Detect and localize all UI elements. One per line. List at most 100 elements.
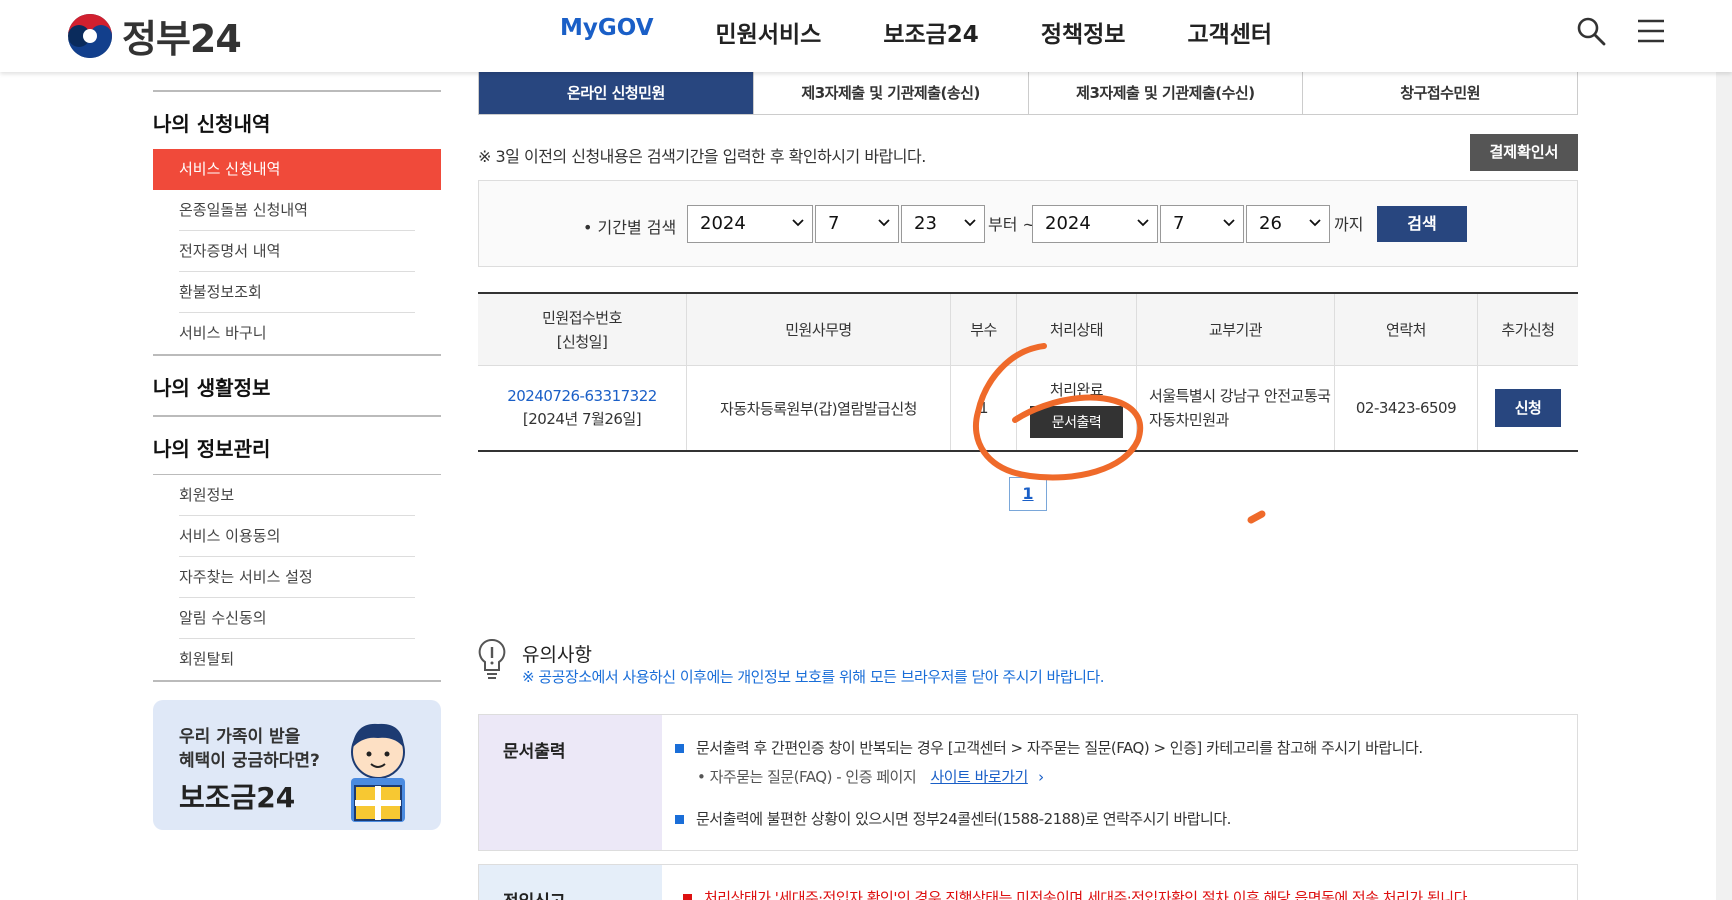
sidebar: 나의 신청내역 서비스 신청내역 온종일돌봄 신청내역 전자증명서 내역 환불정… — [153, 72, 441, 682]
nav-mygov[interactable]: MyGOV — [560, 15, 654, 49]
chevron-down-icon — [878, 219, 890, 227]
chevron-down-icon — [1309, 219, 1321, 227]
move-in-info-label: 전입신고 — [479, 865, 662, 900]
nav-subsidy24[interactable]: 보조금24 — [883, 15, 979, 49]
banner-title: 보조금24 — [179, 781, 296, 814]
apply-button[interactable]: 신청 — [1495, 389, 1561, 427]
tab-counter-applications[interactable]: 창구접수민원 — [1303, 72, 1577, 114]
from-day-select[interactable]: 23 — [901, 205, 985, 243]
search-period-notice: ※ 3일 이전의 신청내용은 검색기간을 입력한 후 확인하시기 바랍니다. — [478, 147, 926, 166]
tab-bar: 온라인 신청민원 제3자제출 및 기관제출(송신) 제3자제출 및 기관제출(수… — [478, 72, 1578, 115]
to-month-select[interactable]: 7 — [1160, 205, 1244, 243]
to-day-select[interactable]: 26 — [1246, 205, 1330, 243]
from-text: 부터 ~ — [988, 215, 1036, 234]
nav-civil-service[interactable]: 민원서비스 — [716, 15, 822, 49]
sidebar-item-member-info[interactable]: 회원정보 — [153, 475, 441, 516]
status-text: 처리완료 — [1049, 380, 1104, 399]
header-additional: 추가신청 — [1501, 321, 1555, 339]
header-receipt-no: 민원접수번호 [신청일] — [478, 294, 687, 365]
info-bullet-2: 문서출력에 불편한 상황이 있으시면 정부24콜센터(1588-2188)로 연… — [675, 808, 1231, 829]
tab-online-applications[interactable]: 온라인 신청민원 — [479, 72, 754, 114]
org-line1: 서울특별시 강남구 안전교통국 — [1149, 387, 1331, 405]
cell-receipt: 20240726-63317322 [2024년 7월26일] — [478, 366, 687, 450]
subsidy24-banner[interactable]: 우리 가족이 받을 혜택이 궁금하다면? 보조금24 — [153, 700, 441, 830]
hamburger-menu-icon[interactable] — [1636, 16, 1666, 46]
cell-status: 처리완료 문서출력 — [1017, 366, 1137, 450]
chevron-down-icon — [792, 219, 804, 227]
sidebar-item-notification-consent[interactable]: 알림 수신동의 — [153, 598, 441, 639]
tab-third-party-sent[interactable]: 제3자제출 및 기관제출(송신) — [753, 72, 1029, 114]
cell-copies: 1 — [951, 366, 1017, 450]
search-icon[interactable] — [1576, 16, 1606, 46]
to-text: 까지 — [1334, 215, 1364, 234]
nav-customer-center[interactable]: 고객센터 — [1187, 15, 1272, 49]
tab-third-party-received[interactable]: 제3자제출 및 기관제출(수신) — [1028, 72, 1304, 114]
caution-subtext: ※ 공공장소에서 사용하신 이후에는 개인정보 보호를 위해 모든 브라우저를 … — [522, 668, 1105, 686]
header-issuing-org: 교부기관 — [1137, 294, 1335, 365]
taegeuk-logo-icon — [68, 13, 112, 58]
period-search-box: • 기간별 검색 2024 7 23 부터 ~ 2024 7 26 까지 검색 — [478, 180, 1578, 267]
chevron-down-icon — [1223, 219, 1235, 227]
sidebar-divider — [153, 90, 441, 92]
sidebar-item-service-basket[interactable]: 서비스 바구니 — [153, 313, 441, 354]
from-month-select[interactable]: 7 — [815, 205, 899, 243]
sidebar-item-service-consent[interactable]: 서비스 이용동의 — [153, 516, 441, 557]
lightbulb-icon — [478, 638, 506, 679]
print-info-label: 문서출력 — [479, 715, 662, 850]
from-year-select[interactable]: 2024 — [687, 205, 813, 243]
payment-receipt-button[interactable]: 결제확인서 — [1470, 134, 1578, 171]
sidebar-item-all-day-care[interactable]: 온종일돌봄 신청내역 — [153, 190, 441, 231]
sidebar-item-service-applications[interactable]: 서비스 신청내역 — [153, 149, 441, 190]
caution-title: 유의사항 — [522, 644, 592, 666]
receipt-number-link[interactable]: 20240726-63317322 — [507, 385, 657, 408]
nav-policy-info[interactable]: 정책정보 — [1041, 15, 1126, 49]
sidebar-item-withdraw[interactable]: 회원탈퇴 — [153, 639, 441, 680]
table-row: 20240726-63317322 [2024년 7월26일] 자동차등록원부(… — [478, 366, 1578, 450]
print-document-button[interactable]: 문서출력 — [1029, 405, 1124, 438]
site-header: 정부24 MyGOV 민원서비스 보조금24 정책정보 고객센터 — [0, 0, 1732, 72]
move-in-red-text: 처리상태가 '세대주·전입자 확인'인 경우 진행상태는 미전송이며 세대주·전… — [683, 887, 1472, 900]
faq-site-link[interactable]: 사이트 바로가기 — [930, 768, 1028, 786]
table-header-row: 민원접수번호 [신청일] 민원사무명 부수 처리상태 교부기관 연락처 추가신청 — [478, 294, 1578, 366]
header-status: 처리상태 — [1017, 294, 1137, 365]
sidebar-item-refund[interactable]: 환불정보조회 — [153, 272, 441, 313]
bullet-square-icon — [683, 894, 692, 900]
banner-line1: 우리 가족이 받을 — [179, 727, 301, 747]
sidebar-section-applications[interactable]: 나의 신청내역 — [153, 108, 441, 137]
header-service-name: 민원사무명 — [687, 294, 951, 365]
applications-table: 민원접수번호 [신청일] 민원사무명 부수 처리상태 교부기관 연락처 추가신청… — [478, 292, 1578, 452]
page: 정부24 MyGOV 민원서비스 보조금24 정책정보 고객센터 나의 신청내역… — [0, 0, 1732, 900]
sidebar-divider — [153, 680, 441, 682]
to-year-select[interactable]: 2024 — [1032, 205, 1158, 243]
move-in-info-box: 전입신고 처리상태가 '세대주·전입자 확인'인 경우 진행상태는 미전송이며 … — [478, 864, 1578, 900]
cell-issuing-org: 서울특별시 강남구 안전교통국 자동차민원과 — [1137, 366, 1335, 450]
bullet-square-icon — [675, 744, 684, 753]
cell-additional: 신청 — [1478, 366, 1578, 450]
chevron-right-icon: › — [1038, 768, 1044, 786]
page-1-link[interactable]: 1 — [1009, 477, 1047, 511]
bullet-square-icon — [675, 815, 684, 824]
cell-service-name: 자동차등록원부(갑)열람발급신청 — [687, 366, 951, 450]
banner-line2: 혜택이 궁금하다면? — [179, 751, 320, 771]
logo[interactable]: 정부24 — [66, 8, 242, 63]
header-contact: 연락처 — [1335, 294, 1478, 365]
application-date: [2024년 7월26일] — [522, 410, 642, 428]
cell-contact: 02-3423-6509 — [1335, 366, 1478, 450]
print-info-box: 문서출력 문서출력 후 간편인증 창이 반복되는 경우 [고객센터 > 자주묻는… — [478, 714, 1578, 851]
header-copies: 부수 — [951, 294, 1017, 365]
logo-text: 정부24 — [122, 17, 242, 61]
period-search-label: • 기간별 검색 — [583, 218, 677, 237]
info-bullet-1: 문서출력 후 간편인증 창이 반복되는 경우 [고객센터 > 자주묻는 질문(F… — [675, 737, 1423, 758]
character-with-gift-icon — [351, 723, 405, 822]
info-bullet-1-sub: • 자주묻는 질문(FAQ) - 인증 페이지 사이트 바로가기 › — [697, 768, 1044, 786]
search-button[interactable]: 검색 — [1377, 206, 1467, 242]
vertical-scrollbar[interactable] — [1716, 72, 1732, 900]
main-nav: MyGOV 민원서비스 보조금24 정책정보 고객센터 — [560, 15, 1334, 49]
sidebar-section-life-info[interactable]: 나의 생활정보 — [153, 356, 441, 415]
sidebar-item-e-certificates[interactable]: 전자증명서 내역 — [153, 231, 441, 272]
org-line2: 자동차민원과 — [1149, 411, 1229, 429]
chevron-down-icon — [964, 219, 976, 227]
sidebar-section-my-info[interactable]: 나의 정보관리 — [153, 417, 441, 474]
chevron-down-icon — [1137, 219, 1149, 227]
sidebar-item-favorite-services[interactable]: 자주찾는 서비스 설정 — [153, 557, 441, 598]
